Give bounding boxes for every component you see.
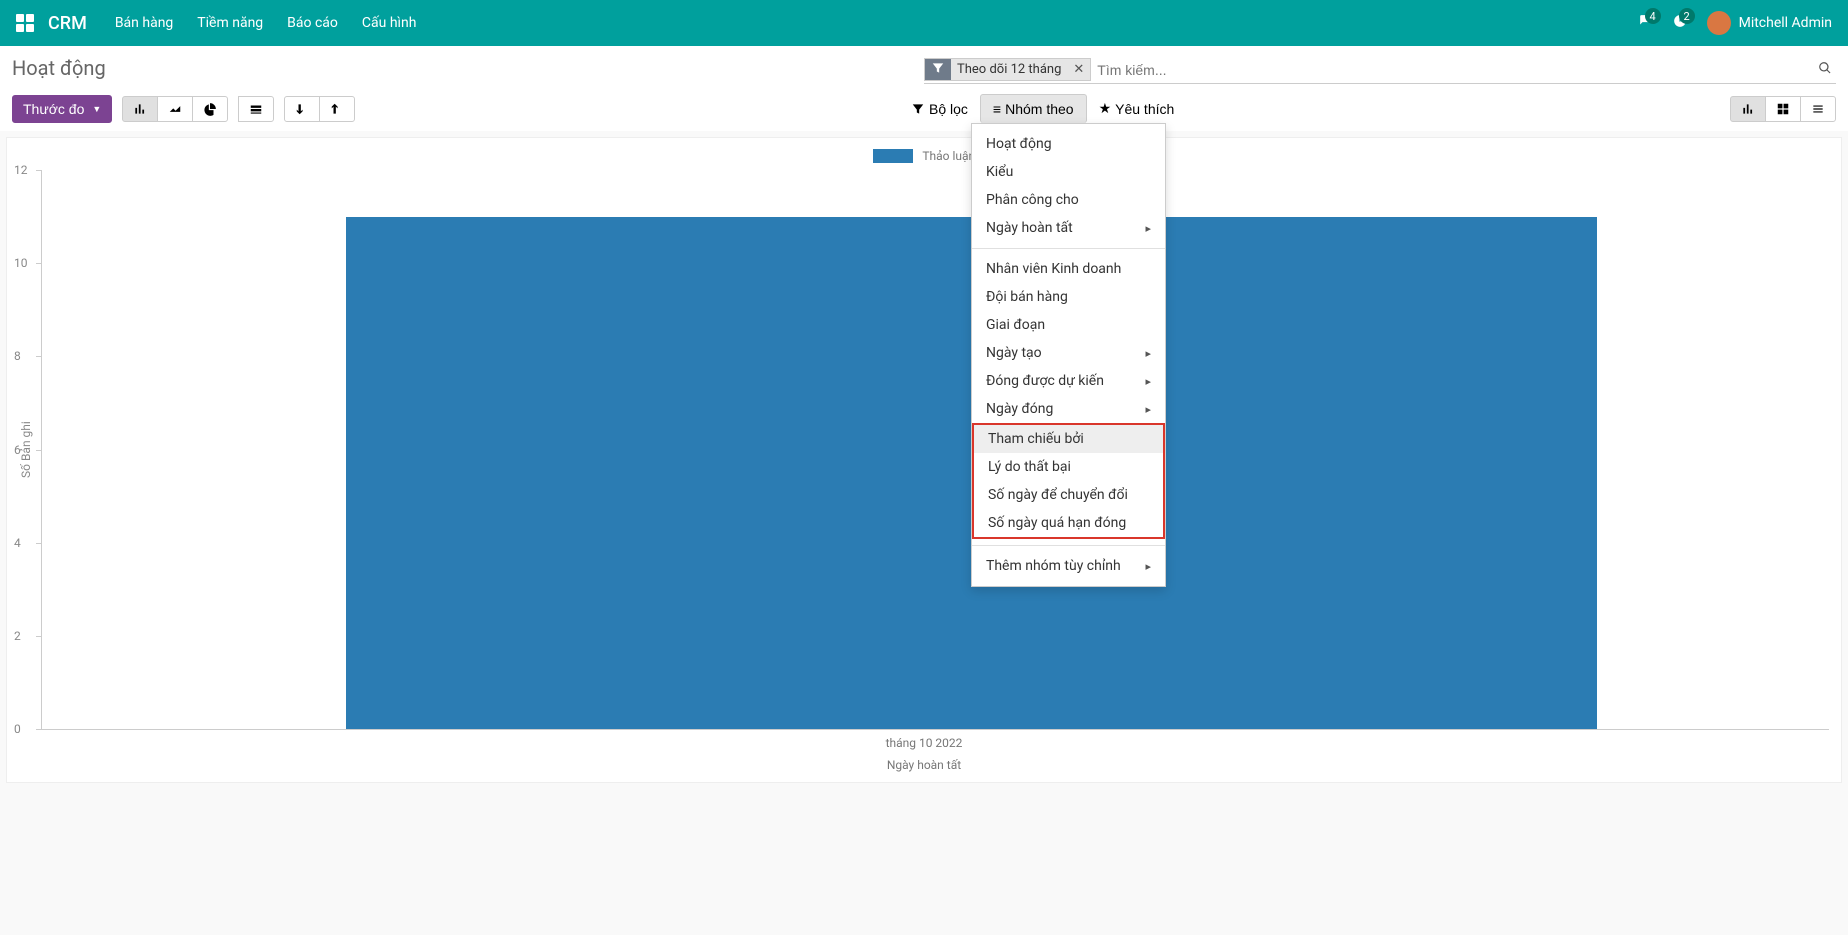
groupby-item[interactable]: Giai đoạn	[972, 311, 1165, 339]
view-list-button[interactable]	[1800, 96, 1836, 122]
chip-remove-icon[interactable]: ✕	[1067, 62, 1090, 77]
nav-link-report[interactable]: Báo cáo	[287, 15, 338, 31]
groupby-item[interactable]: Đội bán hàng	[972, 283, 1165, 311]
legend-label: Thảo luận	[922, 149, 975, 163]
groupby-item[interactable]: Phân công cho	[972, 186, 1165, 214]
groupby-item[interactable]: Lý do thất bại	[974, 453, 1163, 481]
stacked-button[interactable]	[238, 96, 274, 122]
measure-button[interactable]: Thước đo	[12, 95, 112, 123]
bar-chart-button[interactable]	[122, 96, 158, 122]
messages-icon[interactable]: 4	[1639, 14, 1653, 32]
messages-badge: 4	[1645, 8, 1661, 24]
groupby-item[interactable]: Nhân viên Kinh doanh	[972, 255, 1165, 283]
x-axis-label: Ngày hoàn tất	[19, 758, 1829, 772]
filter-button[interactable]: Bộ lọc	[899, 94, 980, 123]
groupby-dropdown: Hoạt độngKiểuPhân công choNgày hoàn tất …	[971, 123, 1166, 587]
groupby-custom[interactable]: Thêm nhóm tùy chỉnh	[972, 552, 1165, 580]
favorite-button[interactable]: ★ Yêu thích	[1087, 94, 1187, 123]
activities-icon[interactable]: 2	[1673, 14, 1687, 32]
chart-legend: Thảo luận	[19, 148, 1829, 164]
groupby-item[interactable]: Hoạt động	[972, 130, 1165, 158]
groupby-item[interactable]: Ngày đóng	[972, 395, 1165, 423]
pie-chart-button[interactable]	[192, 96, 228, 122]
groupby-item[interactable]: Tham chiếu bởi	[974, 425, 1163, 453]
nav-link-sales[interactable]: Bán hàng	[115, 15, 173, 31]
groupby-button[interactable]: ≡ Nhóm theo	[980, 94, 1087, 123]
avatar	[1707, 11, 1731, 35]
user-menu[interactable]: Mitchell Admin	[1707, 11, 1832, 35]
groupby-item[interactable]: Ngày hoàn tất	[972, 214, 1165, 242]
legend-swatch	[873, 149, 913, 163]
groupby-item[interactable]: Ngày tạo	[972, 339, 1165, 367]
line-chart-button[interactable]	[157, 96, 193, 122]
groupby-item[interactable]: Kiểu	[972, 158, 1165, 186]
filter-icon	[925, 59, 951, 80]
search-icon[interactable]	[1814, 61, 1836, 79]
chart-plot: 024681012	[41, 170, 1829, 730]
sort-desc-button[interactable]	[284, 96, 320, 122]
app-brand[interactable]: CRM	[48, 13, 87, 34]
groupby-item[interactable]: Số ngày quá hạn đóng	[974, 509, 1163, 537]
chip-label: Theo dõi 12 tháng	[951, 60, 1067, 79]
activities-badge: 2	[1679, 8, 1695, 24]
search-area[interactable]: Theo dõi 12 tháng ✕	[924, 56, 1836, 84]
search-chip: Theo dõi 12 tháng ✕	[924, 58, 1091, 81]
y-axis-label: Số Bản ghi	[19, 170, 33, 730]
search-input[interactable]	[1097, 62, 1814, 78]
apps-icon[interactable]	[16, 14, 34, 32]
groupby-item[interactable]: Đóng được dự kiến	[972, 367, 1165, 395]
groupby-item[interactable]: Số ngày để chuyển đổi	[974, 481, 1163, 509]
nav-link-config[interactable]: Cấu hình	[362, 15, 417, 31]
view-pivot-button[interactable]	[1765, 96, 1801, 122]
nav-link-leads[interactable]: Tiềm năng	[197, 15, 263, 31]
user-name: Mitchell Admin	[1739, 15, 1832, 31]
sort-asc-button[interactable]	[319, 96, 355, 122]
x-tick-label: tháng 10 2022	[19, 736, 1829, 750]
view-graph-button[interactable]	[1730, 96, 1766, 122]
page-title: Hoạt động	[12, 56, 106, 80]
